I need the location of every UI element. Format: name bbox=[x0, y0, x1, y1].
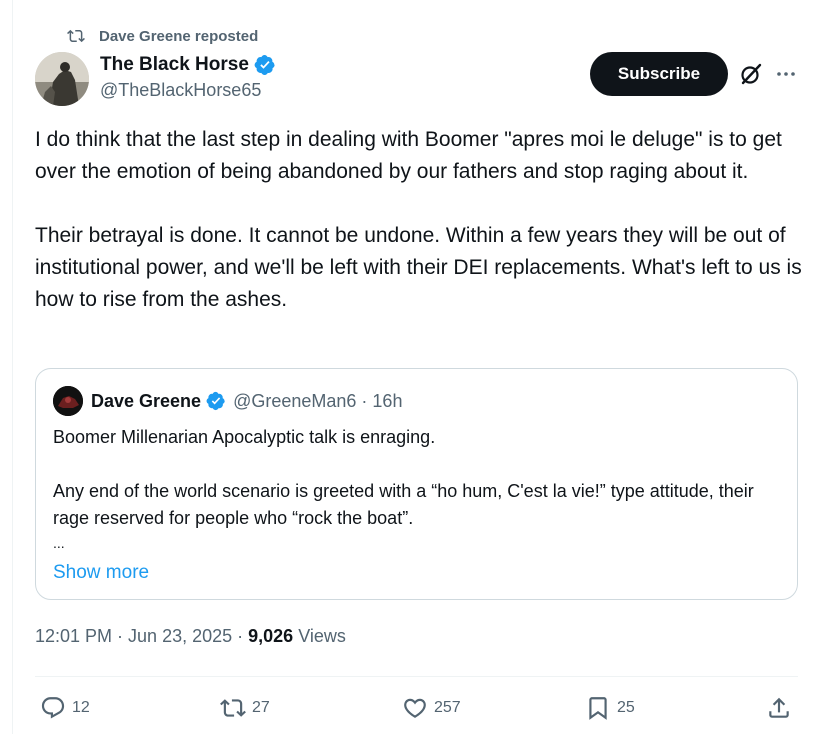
reply-count: 12 bbox=[72, 699, 90, 716]
subscribe-button[interactable]: Subscribe bbox=[590, 52, 728, 96]
bookmark-count: 25 bbox=[617, 699, 635, 716]
reply-button[interactable]: 12 bbox=[40, 693, 90, 723]
repost-context[interactable]: Dave Greene reposted bbox=[67, 24, 258, 48]
heart-icon bbox=[404, 698, 426, 718]
bookmark-icon bbox=[589, 697, 607, 720]
quote-paragraph: Boomer Millenarian Apocalyptic talk is e… bbox=[53, 427, 436, 447]
show-more-link[interactable]: Show more bbox=[53, 559, 773, 586]
quoted-tweet-card[interactable]: Dave Greene @GreeneMan6 · 16h Boomer Mil… bbox=[35, 368, 798, 600]
quote-avatar[interactable] bbox=[53, 386, 83, 416]
views-count[interactable]: 9,026 bbox=[248, 626, 293, 646]
repost-button[interactable]: 27 bbox=[220, 693, 270, 723]
author-avatar[interactable] bbox=[35, 52, 89, 106]
meta-separator: · bbox=[117, 626, 124, 646]
views-label[interactable]: Views bbox=[298, 626, 346, 646]
divider bbox=[35, 676, 798, 677]
meta-separator: · bbox=[237, 626, 244, 646]
quote-ellipsis: ... bbox=[53, 535, 65, 551]
verified-badge-icon[interactable] bbox=[254, 54, 276, 76]
verified-badge-icon[interactable] bbox=[206, 391, 226, 411]
quote-paragraph: Any end of the world scenario is greeted… bbox=[53, 481, 754, 528]
author-block: The Black Horse @TheBlackHorse65 bbox=[100, 52, 276, 101]
grok-icon[interactable] bbox=[738, 61, 764, 87]
repost-icon bbox=[220, 699, 246, 717]
tweet-text: I do think that the last step in dealing… bbox=[35, 124, 805, 316]
quote-header: Dave Greene @GreeneMan6 · 16h bbox=[91, 388, 402, 414]
quote-body: Boomer Millenarian Apocalyptic talk is e… bbox=[53, 424, 773, 586]
author-name[interactable]: The Black Horse bbox=[100, 54, 249, 76]
quote-separator: · bbox=[361, 390, 368, 411]
timeline-border bbox=[12, 0, 13, 734]
tweet-date[interactable]: Jun 23, 2025 bbox=[128, 626, 232, 646]
quote-author-handle[interactable]: @GreeneMan6 bbox=[233, 391, 356, 412]
tweet-metadata: 12:01 PM · Jun 23, 2025 · 9,026 Views bbox=[35, 626, 346, 647]
share-button[interactable] bbox=[766, 693, 798, 723]
share-icon bbox=[769, 697, 789, 718]
author-handle[interactable]: @TheBlackHorse65 bbox=[100, 80, 276, 101]
repost-text: Dave Greene reposted bbox=[99, 27, 259, 45]
tweet-time[interactable]: 12:01 PM bbox=[35, 626, 112, 646]
tweet-paragraph: Their betrayal is done. It cannot be und… bbox=[35, 224, 802, 311]
quote-author-name[interactable]: Dave Greene bbox=[91, 391, 201, 412]
like-count: 257 bbox=[434, 699, 461, 716]
more-icon[interactable] bbox=[774, 62, 798, 86]
tweet-paragraph: I do think that the last step in dealing… bbox=[35, 128, 782, 183]
repost-count: 27 bbox=[252, 699, 270, 716]
quote-timestamp[interactable]: 16h bbox=[372, 391, 402, 412]
like-button[interactable]: 257 bbox=[402, 693, 461, 723]
reply-icon bbox=[41, 697, 65, 719]
bookmark-button[interactable]: 25 bbox=[585, 693, 635, 723]
repost-icon bbox=[67, 29, 85, 43]
